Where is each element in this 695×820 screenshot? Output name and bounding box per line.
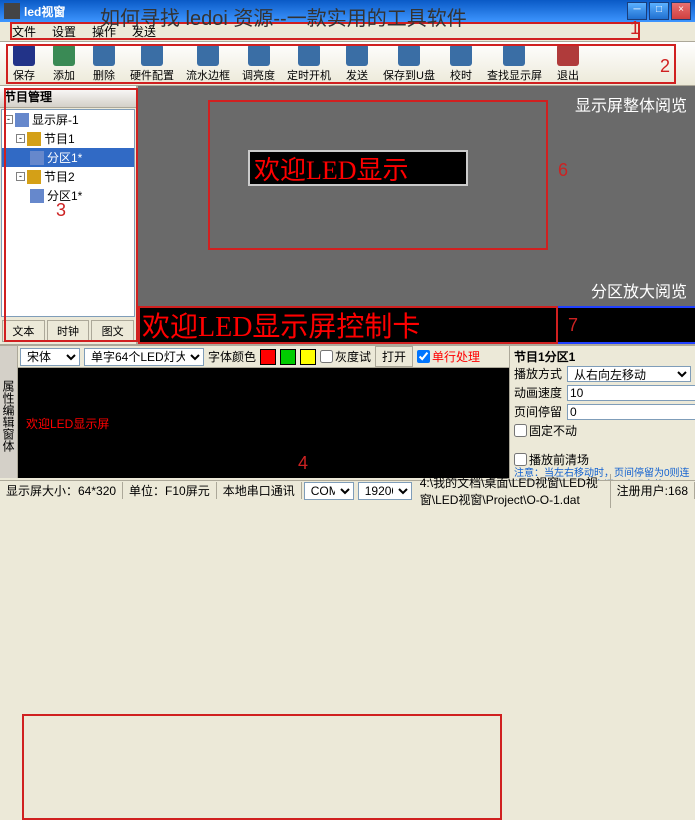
font-select[interactable]: 宋体 bbox=[20, 348, 80, 366]
page-wait-input[interactable] bbox=[567, 404, 695, 420]
clear-check[interactable]: 播放前清场 bbox=[514, 451, 691, 468]
tree-item-icon bbox=[27, 132, 41, 146]
color-red[interactable] bbox=[260, 349, 276, 365]
btn-image-text[interactable]: 图文 bbox=[91, 320, 134, 342]
color-green[interactable] bbox=[280, 349, 296, 365]
tree-item-icon bbox=[30, 151, 44, 165]
preview-label-bottom: 分区放大阅览 bbox=[591, 278, 687, 302]
maximize-button[interactable]: □ bbox=[649, 2, 669, 20]
size-select[interactable]: 单字64个LED灯大小 bbox=[84, 348, 204, 366]
tool-添加[interactable]: 添加 bbox=[44, 42, 84, 85]
gray-check[interactable]: 灰度试 bbox=[320, 348, 371, 365]
tree-node[interactable]: -节目1 bbox=[2, 129, 134, 148]
tool-调亮度[interactable]: 调亮度 bbox=[236, 42, 281, 85]
定时开机-icon bbox=[298, 44, 320, 66]
sb-screen-size: 显示屏大小：64*320 bbox=[0, 482, 123, 499]
tool-保存到U盘[interactable]: 保存到U盘 bbox=[377, 42, 441, 85]
btn-clock[interactable]: 时钟 bbox=[47, 320, 90, 342]
tree-toggle-icon[interactable]: - bbox=[4, 115, 13, 124]
screen-preview-whole: 欢迎LED显示 bbox=[248, 150, 468, 186]
overlay-title: 如何寻找 ledoi 资源--一款实用的工具软件 bbox=[100, 2, 467, 31]
menu-file[interactable]: 文件 bbox=[4, 21, 44, 42]
发送-icon bbox=[346, 44, 368, 66]
tool-定时开机[interactable]: 定时开机 bbox=[281, 42, 337, 85]
tool-校时[interactable]: 校时 bbox=[441, 42, 481, 85]
annotation-4: 4 bbox=[298, 453, 308, 474]
tool-查找显示屏[interactable]: 查找显示屏 bbox=[481, 42, 548, 85]
open-button[interactable]: 打开 bbox=[375, 346, 413, 367]
color-label: 字体颜色 bbox=[208, 348, 256, 365]
查找显示屏-icon bbox=[503, 44, 525, 66]
side-panel: 节目管理 -显示屏-1-节目1分区1*-节目2分区1* 文本 时钟 图文 bbox=[0, 86, 138, 344]
properties-panel: 节目1分区1 播放方式从右向左移动 动画速度 页间停留 固定不动 播放前清场 注… bbox=[509, 346, 695, 478]
close-button[interactable]: × bbox=[671, 2, 691, 20]
tool-删除[interactable]: 删除 bbox=[84, 42, 124, 85]
color-yellow[interactable] bbox=[300, 349, 316, 365]
editor-preview[interactable]: 欢迎LED显示屏 4 bbox=[18, 368, 509, 478]
statusbar: 显示屏大小：64*320 单位：F10屏元 本地串口通讯 COM1 19200 … bbox=[0, 480, 695, 500]
app-icon bbox=[4, 3, 20, 19]
tree-node[interactable]: 分区1* bbox=[2, 186, 134, 205]
minimize-button[interactable]: ─ bbox=[627, 2, 647, 20]
fixed-check[interactable]: 固定不动 bbox=[514, 422, 691, 439]
保存到U盘-icon bbox=[398, 44, 420, 66]
baud-select[interactable]: 19200 bbox=[358, 482, 412, 500]
page-wait-label: 页间停留 bbox=[514, 403, 564, 420]
tool-退出[interactable]: 退出 bbox=[548, 42, 588, 85]
anim-speed-label: 动画速度 bbox=[514, 384, 564, 401]
editor-toolbar: 宋体 单字64个LED灯大小 字体颜色 灰度试 打开 单行处理 bbox=[18, 346, 509, 368]
tool-保存[interactable]: 保存 bbox=[4, 42, 44, 85]
tree-node[interactable]: -节目2 bbox=[2, 167, 134, 186]
program-tree[interactable]: -显示屏-1-节目1分区1*-节目2分区1* bbox=[1, 109, 135, 317]
sb-path: 4:\我的文档\桌面\LED视窗\LED视窗\LED视窗\Project\O-O… bbox=[414, 474, 611, 508]
play-mode-select[interactable]: 从右向左移动 bbox=[567, 366, 691, 382]
退出-icon bbox=[557, 44, 579, 66]
tool-流水边框[interactable]: 流水边框 bbox=[180, 42, 236, 85]
调亮度-icon bbox=[248, 44, 270, 66]
sb-unit: 单位：F10屏元 bbox=[123, 482, 217, 499]
保存-icon bbox=[13, 44, 35, 66]
single-line-check[interactable]: 单行处理 bbox=[417, 348, 480, 365]
tool-硬件配置[interactable]: 硬件配置 bbox=[124, 42, 180, 85]
添加-icon bbox=[53, 44, 75, 66]
删除-icon bbox=[93, 44, 115, 66]
side-panel-header: 节目管理 bbox=[0, 86, 136, 108]
menu-settings[interactable]: 设置 bbox=[44, 21, 84, 42]
btn-text[interactable]: 文本 bbox=[2, 320, 45, 342]
toolbar: 保存添加删除硬件配置流水边框调亮度定时开机发送保存到U盘校时查找显示屏退出 bbox=[0, 42, 695, 86]
preview-area: 显示屏整体阅览 6 欢迎LED显示 分区放大阅览 7 欢迎LED显示屏控制卡 bbox=[138, 86, 695, 344]
anim-speed-input[interactable] bbox=[567, 385, 695, 401]
校时-icon bbox=[450, 44, 472, 66]
screen-preview-zoom: 欢迎LED显示屏控制卡 bbox=[138, 306, 695, 344]
tree-item-icon bbox=[27, 170, 41, 184]
property-panel-label: 属性编辑窗体 bbox=[0, 346, 18, 478]
tool-发送[interactable]: 发送 bbox=[337, 42, 377, 85]
preview-label-top: 显示屏整体阅览 bbox=[575, 92, 687, 116]
tree-item-icon bbox=[15, 113, 29, 127]
annotation-6: 6 bbox=[558, 160, 568, 181]
tree-node[interactable]: 分区1* bbox=[2, 148, 134, 167]
sb-serial: 本地串口通讯 bbox=[217, 482, 302, 499]
tree-toggle-icon[interactable]: - bbox=[16, 134, 25, 143]
硬件配置-icon bbox=[141, 44, 163, 66]
tree-toggle-icon[interactable]: - bbox=[16, 172, 25, 181]
tree-node[interactable]: -显示屏-1 bbox=[2, 110, 134, 129]
sb-user: 注册用户:168 bbox=[611, 482, 695, 499]
play-mode-label: 播放方式 bbox=[514, 365, 564, 382]
tree-item-icon bbox=[30, 189, 44, 203]
流水边框-icon bbox=[197, 44, 219, 66]
com-select[interactable]: COM1 bbox=[304, 482, 354, 500]
rp-title: 节目1分区1 bbox=[514, 348, 691, 365]
